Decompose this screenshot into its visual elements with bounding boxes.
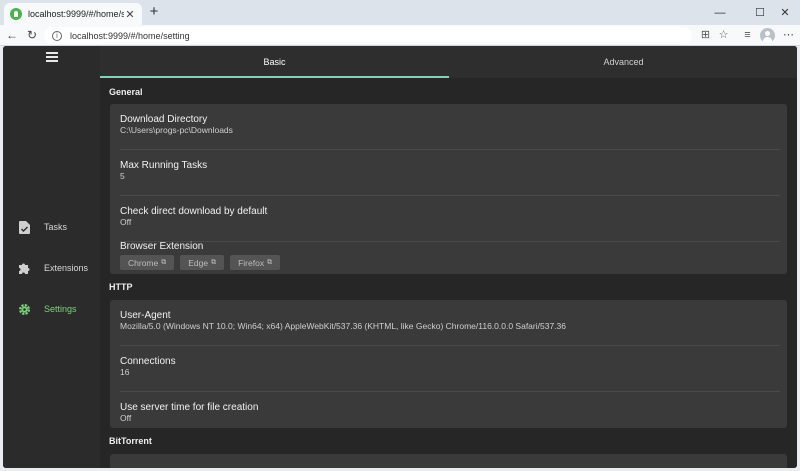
setting-value: 16 [120, 367, 130, 377]
edge-extension-button[interactable]: Edge ⧉ [180, 255, 225, 270]
info-icon[interactable]: i [52, 30, 62, 41]
external-link-icon: ⧉ [161, 258, 167, 266]
url-text: localhost:9999/#/home/setting [70, 30, 190, 41]
sidebar-item-extensions[interactable]: Extensions [3, 253, 100, 283]
setting-value: Off [120, 217, 132, 227]
external-link-icon: ⧉ [267, 258, 273, 266]
setting-value: C:\Users\progs-pc\Downloads [120, 125, 233, 135]
extension-buttons: Chrome ⧉ Edge ⧉ Firefox ⧉ [120, 255, 281, 270]
firefox-extension-button[interactable]: Firefox ⧉ [230, 255, 281, 270]
active-tab-indicator [100, 76, 449, 78]
gear-icon [17, 302, 31, 316]
setting-label: Download Directory [120, 114, 208, 125]
external-link-icon: ⧉ [211, 258, 217, 266]
reload-icon[interactable]: ↻ [24, 27, 40, 43]
sidebar-item-settings[interactable]: Settings [3, 294, 100, 324]
new-tab-icon[interactable]: + [146, 3, 162, 21]
settings-tabs: Basic Advanced [100, 46, 797, 78]
bittorrent-settings-card [110, 454, 787, 468]
setting-label: Browser Extension [120, 241, 204, 252]
tab-advanced[interactable]: Advanced [449, 46, 797, 78]
setting-browser-extension: Browser Extension Chrome ⧉ Edge ⧉ Firefo… [120, 234, 780, 274]
setting-label: Connections [120, 356, 176, 367]
app-favicon-icon [10, 8, 22, 20]
url-field[interactable]: i localhost:9999/#/home/setting [44, 27, 692, 44]
favorites-list-icon[interactable]: ≡ [740, 28, 755, 43]
setting-max-running-tasks[interactable]: Max Running Tasks 5 [120, 150, 780, 196]
chrome-extension-button[interactable]: Chrome ⧉ [120, 255, 175, 270]
setting-connections[interactable]: Connections 16 [120, 346, 780, 392]
section-title-general: General [109, 87, 143, 97]
close-icon[interactable]: ✕ [124, 8, 136, 21]
setting-label: Use server time for file creation [120, 402, 259, 413]
app-available-icon[interactable]: ⊞ [698, 28, 713, 43]
more-options-icon[interactable]: ⋯ [781, 28, 796, 43]
browser-tab-strip: localhost:9999/#/home/setting ✕ + — ☐ ✕ [0, 0, 800, 25]
setting-user-agent[interactable]: User-Agent Mozilla/5.0 (Windows NT 10.0;… [120, 300, 780, 346]
minimize-icon[interactable]: — [700, 0, 740, 25]
setting-label: Max Running Tasks [120, 160, 208, 171]
sidebar: Tasks Extensions Settings [3, 46, 100, 468]
section-title-http: HTTP [109, 282, 133, 292]
sidebar-item-label: Extensions [44, 263, 89, 273]
section-title-bittorrent: BitTorrent [109, 436, 152, 446]
setting-server-time[interactable]: Use server time for file creation Off [120, 392, 780, 428]
setting-value: 5 [120, 171, 125, 181]
general-settings-card: Download Directory C:\Users\progs-pc\Dow… [110, 104, 787, 274]
back-arrow-icon[interactable]: ← [4, 27, 20, 43]
setting-value: Mozilla/5.0 (Windows NT 10.0; Win64; x64… [120, 321, 566, 331]
tab-basic[interactable]: Basic [100, 46, 449, 78]
file-check-icon [17, 220, 31, 234]
puzzle-icon [17, 261, 31, 275]
address-bar: ← ↻ i localhost:9999/#/home/setting ⊞ ☆ … [0, 25, 800, 46]
app-window: Tasks Extensions Settings Basic Advanced… [3, 46, 797, 468]
hamburger-menu-icon[interactable] [46, 52, 58, 62]
profile-avatar[interactable] [760, 28, 775, 43]
browser-tab[interactable]: localhost:9999/#/home/setting ✕ [4, 3, 142, 25]
setting-value: Off [120, 413, 132, 423]
sidebar-item-label: Settings [44, 304, 77, 314]
settings-main: Basic Advanced General Download Director… [100, 46, 797, 468]
setting-download-directory[interactable]: Download Directory C:\Users\progs-pc\Dow… [120, 104, 780, 150]
setting-label: Check direct download by default [120, 206, 268, 217]
sidebar-item-label: Tasks [44, 222, 68, 232]
browser-tab-title: localhost:9999/#/home/setting [28, 9, 124, 19]
http-settings-card: User-Agent Mozilla/5.0 (Windows NT 10.0;… [110, 300, 787, 428]
setting-label: User-Agent [120, 310, 171, 321]
favorite-star-icon[interactable]: ☆ [716, 28, 731, 43]
window-close-icon[interactable]: ✕ [770, 0, 800, 25]
sidebar-item-tasks[interactable]: Tasks [3, 212, 100, 242]
